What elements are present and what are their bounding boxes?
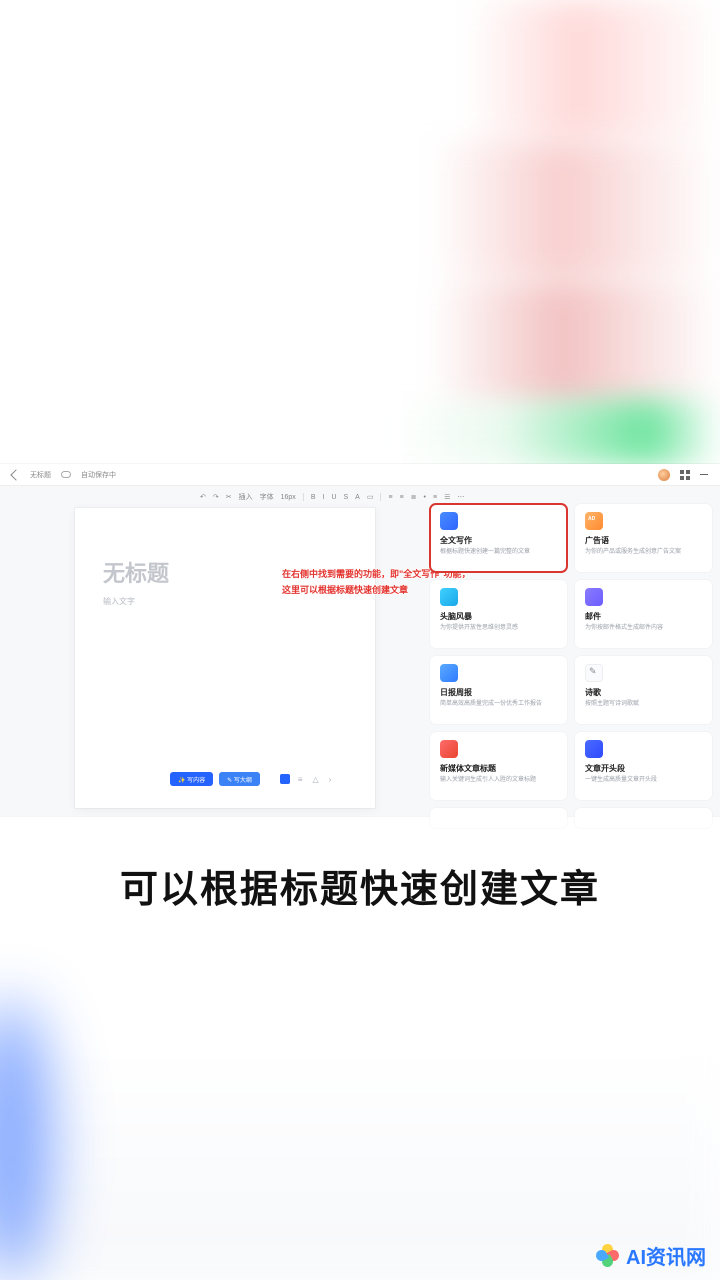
ad-copy-icon (585, 512, 603, 530)
back-icon[interactable] (10, 469, 21, 480)
doc-tab-label[interactable]: 无标题 (30, 470, 51, 480)
function-grid: 全文写作根据标题快速创建一篇完整的文章广告语为你的产品或服务生成创意广告文案头脑… (430, 504, 712, 816)
italic-button[interactable]: I (322, 494, 324, 501)
card-brainstorm[interactable]: 头脑风暴为你提供开放性思维创意灵感 (430, 580, 567, 648)
media-title-icon (440, 740, 458, 758)
bold-button[interactable]: B (311, 494, 316, 501)
card-title: 日报周报 (440, 687, 557, 698)
card-title: 广告语 (585, 535, 702, 546)
bg-layer (0, 280, 720, 410)
insert-menu[interactable]: 插入 (239, 492, 253, 502)
app-screenshot: 无标题 自动保存中 ↶ ↷ ✂ 插入 字体 16px B I U S A ▭ ≡… (0, 464, 720, 816)
strike-button[interactable]: S (344, 494, 349, 501)
card-title: 全文写作 (440, 535, 557, 546)
align-left[interactable]: ≡ (388, 494, 392, 501)
card-desc: 输入关键词生成引人入胜的文章标题 (440, 777, 557, 785)
card-extra1[interactable] (430, 808, 567, 828)
font-size[interactable]: 16px (281, 494, 296, 501)
card-media-title[interactable]: 新媒体文章标题输入关键词生成引人入胜的文章标题 (430, 732, 567, 800)
number-list[interactable]: ≡ (433, 494, 437, 501)
email-icon (585, 588, 603, 606)
apps-icon[interactable] (680, 470, 690, 480)
nav-prev-icon[interactable]: ≡ (296, 775, 305, 784)
bg-layer (0, 400, 720, 465)
format-toolbar: ↶ ↷ ✂ 插入 字体 16px B I U S A ▭ ≡ ≡ ≣ • ≡ ☰… (200, 490, 700, 504)
card-desc: 按照主题写诗词歌赋 (585, 701, 702, 709)
card-desc: 为你提供开放性思维创意灵感 (440, 625, 557, 633)
undo-icon[interactable]: ↶ (200, 493, 206, 501)
poetry-icon (585, 664, 603, 682)
card-title: 诗歌 (585, 687, 702, 698)
more-icon[interactable]: ⋯ (457, 493, 464, 501)
nav-mid-icon[interactable]: △ (311, 775, 321, 784)
text-color[interactable]: A (355, 494, 360, 501)
font-menu[interactable]: 字体 (260, 492, 274, 502)
minimize-icon[interactable] (700, 474, 708, 475)
card-paragraph[interactable]: 文章开头段一键生成高质量文章开头段 (575, 732, 712, 800)
align-right[interactable]: ≣ (411, 493, 417, 501)
redo-icon[interactable]: ↷ (213, 493, 219, 501)
paragraph-icon[interactable]: ☰ (444, 493, 450, 501)
card-title: 头脑风暴 (440, 611, 557, 622)
document-canvas[interactable]: 无标题 输入文字 (75, 508, 375, 808)
card-desc: 一键生成高质量文章开头段 (585, 777, 702, 785)
cut-icon[interactable]: ✂ (226, 493, 232, 501)
topbar: 无标题 自动保存中 (0, 464, 720, 486)
card-poetry[interactable]: 诗歌按照主题写诗词歌赋 (575, 656, 712, 724)
card-desc: 根据标题快速创建一篇完整的文章 (440, 549, 557, 557)
save-status: 自动保存中 (81, 470, 116, 480)
card-desc: 为你按邮件格式生成邮件内容 (585, 625, 702, 633)
card-email[interactable]: 邮件为你按邮件格式生成邮件内容 (575, 580, 712, 648)
card-report[interactable]: 日报周报简单高效高质量完成一份优秀工作报告 (430, 656, 567, 724)
card-title: 邮件 (585, 611, 702, 622)
write-content-button[interactable]: ✨ 写内容 (170, 772, 213, 786)
card-extra2[interactable] (575, 808, 712, 828)
watermark: AI资讯网 (596, 1241, 706, 1270)
highlight-color[interactable]: ▭ (367, 493, 374, 501)
card-full-writing[interactable]: 全文写作根据标题快速创建一篇完整的文章 (430, 504, 567, 572)
card-title: 文章开头段 (585, 763, 702, 774)
ai-button[interactable] (280, 774, 290, 784)
card-ad-copy[interactable]: 广告语为你的产品或服务生成创意广告文案 (575, 504, 712, 572)
underline-button[interactable]: U (331, 494, 336, 501)
video-caption: 可以根据标题快速创建文章 (0, 858, 720, 913)
report-icon (440, 664, 458, 682)
cloud-icon (61, 471, 71, 478)
watermark-text: AI资讯网 (626, 1241, 706, 1270)
bullet-list[interactable]: • (424, 494, 426, 501)
bg-layer (0, 140, 720, 280)
brainstorm-icon (440, 588, 458, 606)
paragraph-icon (585, 740, 603, 758)
write-outline-button[interactable]: ✎ 写大纲 (219, 772, 260, 786)
card-title: 新媒体文章标题 (440, 763, 557, 774)
align-center[interactable]: ≡ (400, 494, 404, 501)
doc-action-bar: ✨ 写内容 ✎ 写大纲 ≡ △ › (158, 772, 333, 786)
card-desc: 简单高效高质量完成一份优秀工作报告 (440, 701, 557, 709)
bg-layer (0, 0, 720, 140)
watermark-logo-icon (596, 1244, 620, 1268)
card-desc: 为你的产品或服务生成创意广告文案 (585, 549, 702, 557)
nav-next-icon[interactable]: › (327, 775, 334, 784)
full-writing-icon (440, 512, 458, 530)
avatar[interactable] (658, 469, 670, 481)
